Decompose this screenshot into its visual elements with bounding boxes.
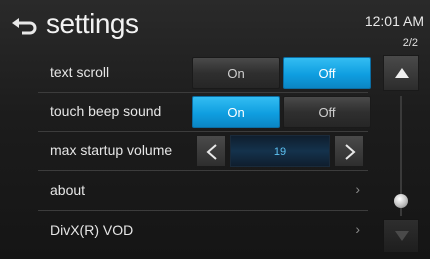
text-scroll-off-button[interactable]: Off	[283, 57, 371, 89]
chevron-left-icon	[206, 144, 217, 160]
chevron-right-icon: ›	[355, 181, 360, 197]
setting-row-max-volume: max startup volume 19	[38, 132, 368, 171]
setting-label: touch beep sound	[50, 103, 162, 119]
settings-screen: settings 12:01 AM 2/2 text scroll On Off…	[0, 0, 430, 259]
setting-row-about[interactable]: about ›	[38, 172, 368, 211]
text-scroll-on-button[interactable]: On	[192, 57, 280, 89]
page-title: settings	[46, 8, 139, 39]
chevron-right-icon	[345, 144, 356, 160]
setting-row-divx[interactable]: DivX(R) VOD ›	[38, 212, 368, 251]
volume-increase-button[interactable]	[334, 135, 364, 167]
setting-label: max startup volume	[50, 142, 173, 158]
setting-row-text-scroll: text scroll On Off	[38, 54, 371, 93]
clock: 12:01 AM	[364, 13, 424, 29]
triangle-down-icon	[395, 231, 409, 241]
triangle-up-icon	[395, 68, 409, 78]
scrollbar-thumb[interactable]	[394, 194, 408, 208]
page-indicator: 2/2	[402, 37, 418, 49]
volume-decrease-button[interactable]	[196, 135, 226, 167]
touch-beep-off-button[interactable]: Off	[283, 96, 371, 128]
touch-beep-on-button[interactable]: On	[192, 96, 280, 128]
back-arrow-icon[interactable]	[10, 14, 38, 38]
scroll-down-button[interactable]	[383, 219, 419, 253]
setting-label: DivX(R) VOD	[50, 222, 134, 238]
setting-row-touch-beep: touch beep sound On Off	[38, 93, 371, 132]
setting-label: about	[50, 182, 86, 198]
setting-label: text scroll	[50, 64, 110, 80]
scroll-up-button[interactable]	[383, 55, 419, 91]
chevron-right-icon: ›	[355, 221, 360, 237]
volume-value: 19	[230, 135, 330, 167]
